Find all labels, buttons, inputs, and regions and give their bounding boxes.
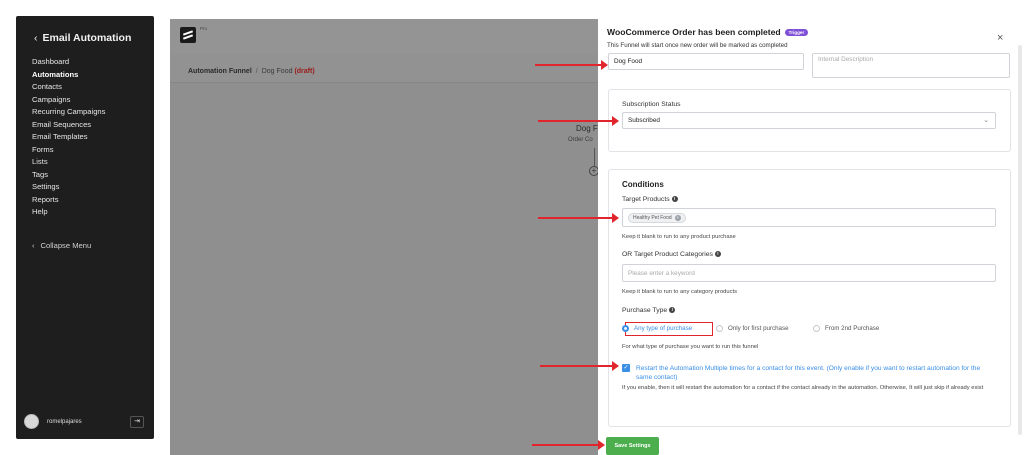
- funnel-name-field[interactable]: Dog Food: [608, 53, 804, 70]
- description-field[interactable]: Internal Description: [812, 53, 1010, 78]
- sidebar-item-help[interactable]: Help: [32, 206, 105, 219]
- close-icon[interactable]: ×: [997, 32, 1003, 44]
- remove-chip-icon[interactable]: ×: [674, 214, 681, 221]
- funnel-node-subtitle: Order Co: [568, 137, 593, 143]
- subscription-status-label: Subscription Status: [622, 101, 681, 108]
- target-products-hint: Keep it blank to run to any product purc…: [622, 234, 736, 240]
- chevron-down-icon: ⌄: [983, 117, 989, 124]
- annotation-arrow: [532, 440, 605, 450]
- breadcrumb-separator: /: [255, 68, 258, 75]
- annotation-arrow: [540, 361, 619, 371]
- sidebar-item-email-templates[interactable]: Email Templates: [32, 131, 105, 144]
- panel-subtitle: This Funnel will start once new order wi…: [607, 42, 788, 49]
- username: romelpajares: [47, 418, 82, 425]
- radio-first-purchase[interactable]: Only for first purchase: [716, 325, 789, 332]
- sidebar-item-email-sequences[interactable]: Email Sequences: [32, 119, 105, 132]
- collapse-menu-label: Collapse Menu: [40, 241, 92, 250]
- chevron-left-icon: ‹: [34, 32, 38, 44]
- annotation-arrow: [535, 60, 608, 70]
- save-settings-button[interactable]: Save Settings: [606, 437, 659, 455]
- trigger-settings-panel: WooCommerce Order has been completed Trig…: [598, 19, 1022, 455]
- breadcrumb-root[interactable]: Automation Funnel: [188, 68, 252, 75]
- sidebar-item-campaigns[interactable]: Campaigns: [32, 94, 105, 107]
- sidebar-item-recurring-campaigns[interactable]: Recurring Campaigns: [32, 106, 105, 119]
- funnel-node-title[interactable]: Dog F: [576, 124, 598, 133]
- sidebar-item-tags[interactable]: Tags: [32, 169, 105, 182]
- sidebar-item-reports[interactable]: Reports: [32, 194, 105, 207]
- restart-checkbox[interactable]: ✓: [622, 364, 630, 372]
- purchase-type-label: Purchase Type!: [622, 307, 676, 314]
- logout-icon[interactable]: ⇥: [130, 416, 144, 428]
- panel-title-text: WooCommerce Order has been completed: [607, 27, 781, 37]
- panel-title: WooCommerce Order has been completed Trig…: [607, 27, 809, 37]
- subscription-status-value: Subscribed: [628, 117, 660, 124]
- target-products-input[interactable]: Healthy Pet Food ×: [622, 208, 996, 227]
- pro-label: Pro: [200, 26, 208, 31]
- restart-label[interactable]: Restart the Automation Multiple times fo…: [636, 364, 996, 382]
- main-canvas: Pro: [170, 19, 598, 455]
- annotation-arrow: [538, 116, 619, 126]
- radio-dot-icon: [622, 325, 629, 332]
- target-products-label: Target Products!: [622, 196, 678, 203]
- sidebar: ‹ Email Automation Dashboard Automations …: [16, 16, 154, 439]
- radio-second-purchase[interactable]: From 2nd Purchase: [813, 325, 879, 332]
- sidebar-item-settings[interactable]: Settings: [32, 181, 105, 194]
- radio-any-purchase[interactable]: Any type of purchase: [622, 325, 692, 332]
- subscription-status-card: Subscription Status Subscribed ⌄: [608, 89, 1011, 152]
- sidebar-item-dashboard[interactable]: Dashboard: [32, 56, 105, 69]
- avatar: [24, 414, 39, 429]
- collapse-menu-button[interactable]: ‹ Collapse Menu: [32, 241, 91, 250]
- conditions-card: Conditions Target Products! Healthy Pet …: [608, 169, 1011, 427]
- info-icon: !: [669, 307, 676, 314]
- conditions-heading: Conditions: [622, 180, 664, 189]
- chevron-left-icon: ‹: [32, 241, 35, 250]
- app-logo-icon[interactable]: [180, 27, 196, 43]
- categories-input[interactable]: Please enter a keyword: [622, 264, 996, 282]
- sidebar-item-lists[interactable]: Lists: [32, 156, 105, 169]
- purchase-type-hint: For what type of purchase you want to ru…: [622, 344, 759, 350]
- info-icon: !: [671, 196, 678, 203]
- sidebar-item-forms[interactable]: Forms: [32, 144, 105, 157]
- sidebar-title: Email Automation: [42, 32, 132, 44]
- sidebar-item-contacts[interactable]: Contacts: [32, 81, 105, 94]
- user-profile[interactable]: romelpajares: [24, 414, 82, 429]
- draft-status: (draft): [294, 68, 315, 75]
- info-icon: !: [714, 251, 721, 258]
- radio-dot-icon: [813, 325, 820, 332]
- breadcrumb: Automation Funnel / Dog Food (draft): [188, 68, 315, 75]
- subscription-status-select[interactable]: Subscribed ⌄: [622, 112, 996, 129]
- sidebar-nav: Dashboard Automations Contacts Campaigns…: [32, 56, 105, 219]
- trigger-badge: Trigger: [784, 29, 809, 37]
- sidebar-item-automations[interactable]: Automations: [32, 69, 105, 82]
- node-connector: [594, 148, 595, 168]
- radio-dot-icon: [716, 325, 723, 332]
- product-chip: Healthy Pet Food ×: [628, 212, 686, 223]
- restart-hint: If you enable, then it will restart the …: [622, 385, 984, 391]
- breadcrumb-current: Dog Food: [261, 68, 293, 75]
- top-bar: Pro: [170, 19, 598, 53]
- sidebar-header[interactable]: ‹ Email Automation: [34, 32, 131, 44]
- categories-hint: Keep it blank to run to any category pro…: [622, 289, 738, 295]
- categories-label: OR Target Product Categories!: [622, 251, 721, 258]
- annotation-arrow: [538, 213, 619, 223]
- panel-scrollbar[interactable]: [1018, 45, 1022, 435]
